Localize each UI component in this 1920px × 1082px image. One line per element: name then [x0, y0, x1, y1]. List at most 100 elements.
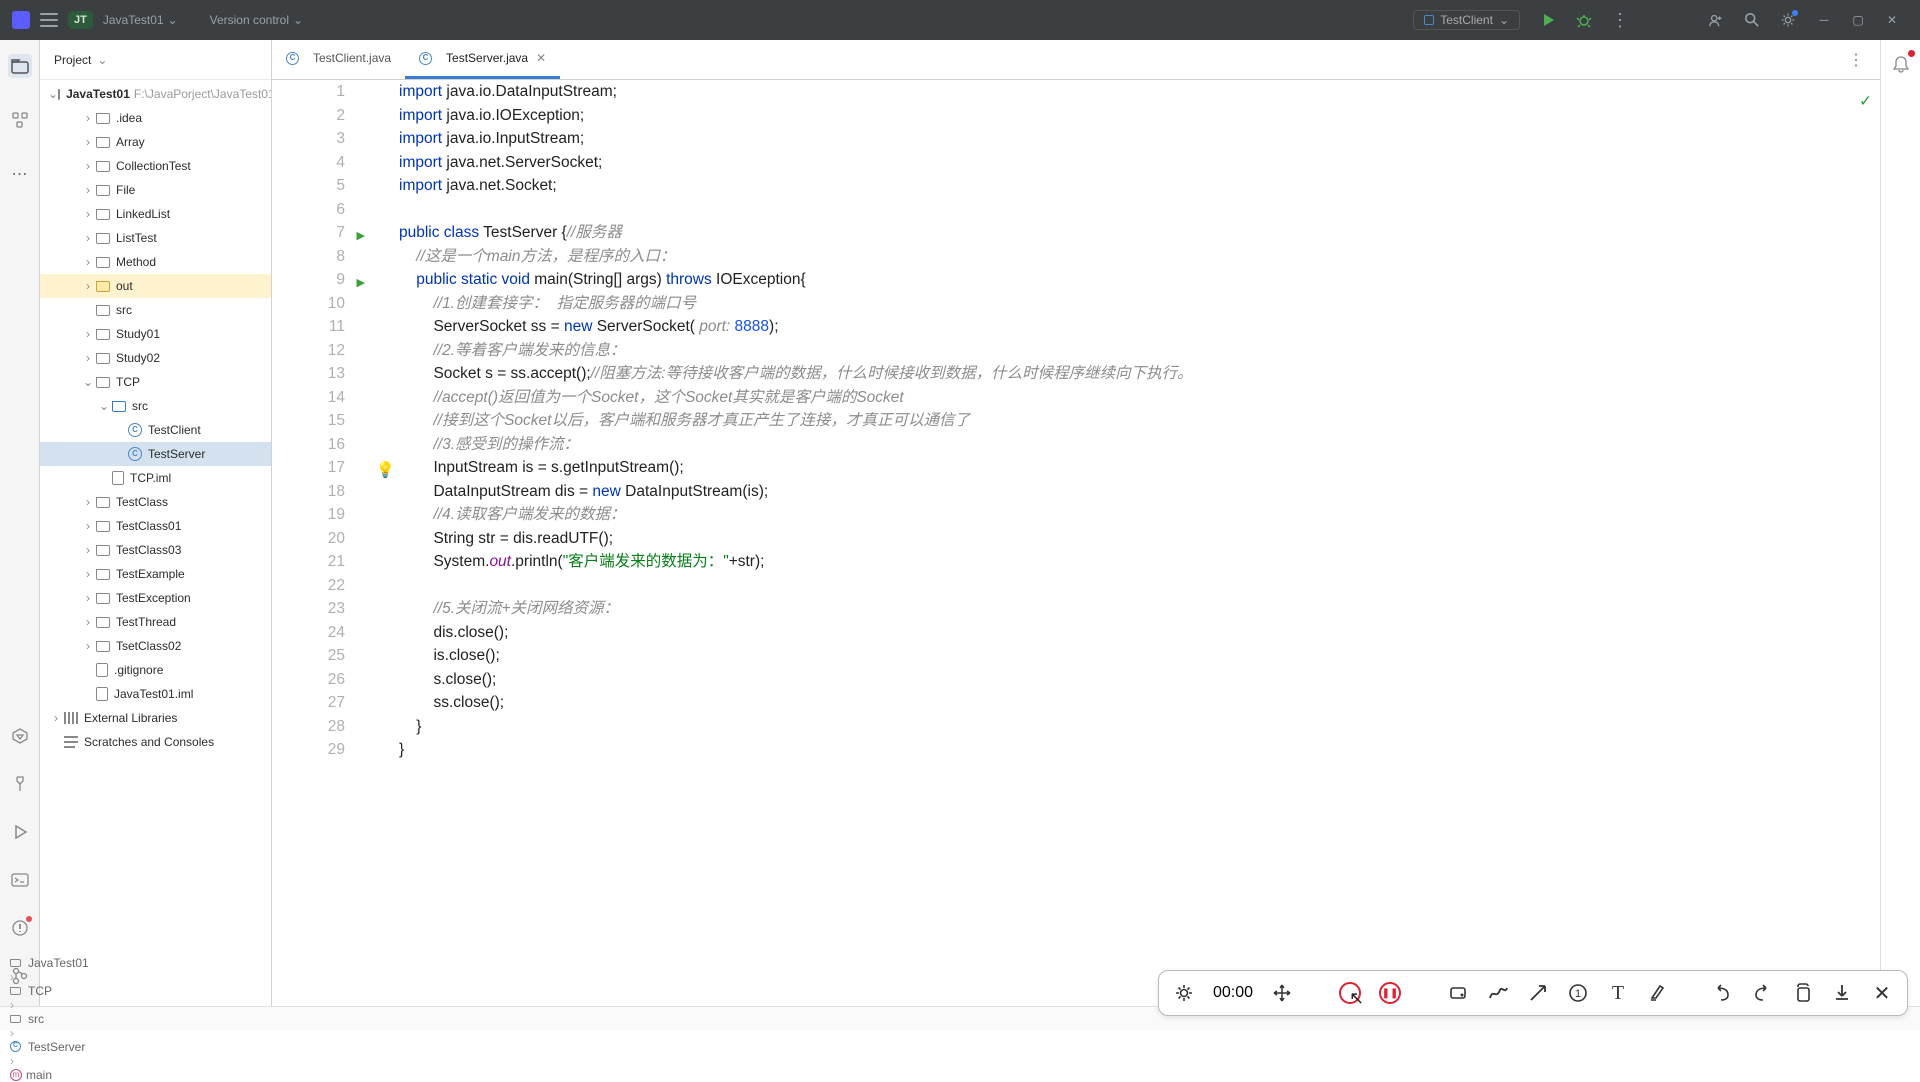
- minimize-icon[interactable]: ─: [1816, 12, 1832, 28]
- more-tool-icon[interactable]: ⋯: [8, 162, 32, 186]
- close-icon[interactable]: ✕: [1884, 12, 1900, 28]
- run-icon[interactable]: [1540, 12, 1556, 28]
- code-line[interactable]: 28 }: [272, 715, 1880, 739]
- code-line[interactable]: 1import java.io.DataInputStream;: [272, 80, 1880, 104]
- problems-tool-icon[interactable]: [8, 916, 32, 940]
- code-line[interactable]: 24 dis.close();: [272, 621, 1880, 645]
- tree-row[interactable]: ›out: [40, 274, 271, 298]
- code-line[interactable]: 7▶public class TestServer {//服务器: [272, 221, 1880, 245]
- version-control-drop[interactable]: Version control ⌄: [210, 13, 303, 27]
- project-tool-icon[interactable]: [8, 54, 32, 78]
- settings-icon[interactable]: [1780, 12, 1796, 28]
- expand-icon[interactable]: ›: [48, 711, 64, 725]
- tree-row[interactable]: TCP.iml: [40, 466, 271, 490]
- expand-icon[interactable]: ›: [80, 639, 96, 653]
- code-line[interactable]: 6: [272, 198, 1880, 222]
- record-button[interactable]: ↖: [1339, 982, 1361, 1004]
- crumb[interactable]: JavaTest01: [10, 956, 89, 970]
- download-icon[interactable]: [1831, 982, 1853, 1004]
- expand-icon[interactable]: ›: [80, 495, 96, 509]
- tree-row[interactable]: ›Study02: [40, 346, 271, 370]
- code-line[interactable]: 9▶ public static void main(String[] args…: [272, 268, 1880, 292]
- copy-icon[interactable]: [1791, 982, 1813, 1004]
- run-config-drop[interactable]: TestClient ⌄: [1413, 10, 1520, 30]
- redo-icon[interactable]: [1751, 982, 1773, 1004]
- tree-root[interactable]: ⌄ JavaTest01 F:\JavaPorject\JavaTest01: [40, 82, 271, 106]
- pause-button[interactable]: ❚❚: [1379, 982, 1401, 1004]
- tree-row[interactable]: ⌄src: [40, 394, 271, 418]
- expand-icon[interactable]: ⌄: [96, 399, 112, 413]
- code-line[interactable]: 3import java.io.InputStream;: [272, 127, 1880, 151]
- code-line[interactable]: 18 DataInputStream dis = new DataInputSt…: [272, 480, 1880, 504]
- number-tool-icon[interactable]: 1: [1567, 982, 1589, 1004]
- code-line[interactable]: 25 is.close();: [272, 644, 1880, 668]
- expand-icon[interactable]: ›: [80, 135, 96, 149]
- code-line[interactable]: 16 //3.感受到的操作流：: [272, 433, 1880, 457]
- run-tool-icon[interactable]: [8, 820, 32, 844]
- tree-row[interactable]: CTestClient: [40, 418, 271, 442]
- tree-row[interactable]: src: [40, 298, 271, 322]
- tree-row[interactable]: ›ListTest: [40, 226, 271, 250]
- tree-row[interactable]: ›.idea: [40, 106, 271, 130]
- close-recorder-icon[interactable]: ✕: [1871, 982, 1893, 1004]
- tree-row[interactable]: ›File: [40, 178, 271, 202]
- code-line[interactable]: 11 ServerSocket ss = new ServerSocket( p…: [272, 315, 1880, 339]
- expand-icon[interactable]: ›: [80, 615, 96, 629]
- expand-icon[interactable]: ›: [80, 255, 96, 269]
- code-line[interactable]: 21 System.out.println("客户端发来的数据为："+str);: [272, 550, 1880, 574]
- code-line[interactable]: 14 //accept()返回值为一个Socket，这个Socket其实就是客户…: [272, 386, 1880, 410]
- arrow-tool-icon[interactable]: [1527, 982, 1549, 1004]
- draw-line-icon[interactable]: [1487, 982, 1509, 1004]
- editor-tab[interactable]: CTestClient.java: [272, 40, 405, 79]
- code-line[interactable]: 19 //4.读取客户端发来的数据：: [272, 503, 1880, 527]
- code-line[interactable]: 10 //1.创建套接字： 指定服务器的端口号: [272, 292, 1880, 316]
- code-line[interactable]: 5import java.net.Socket;: [272, 174, 1880, 198]
- expand-icon[interactable]: ›: [80, 159, 96, 173]
- code-line[interactable]: 2import java.io.IOException;: [272, 104, 1880, 128]
- tree-row[interactable]: ›CollectionTest: [40, 154, 271, 178]
- code-line[interactable]: 29}: [272, 738, 1880, 762]
- code-line[interactable]: 17💡 InputStream is = s.getInputStream();: [272, 456, 1880, 480]
- expand-icon[interactable]: ›: [80, 543, 96, 557]
- inspection-ok-icon[interactable]: ✓: [1859, 90, 1872, 114]
- more-icon[interactable]: ⋮: [1612, 12, 1628, 28]
- external-libraries[interactable]: › External Libraries: [40, 706, 271, 730]
- code-line[interactable]: 23 //5.关闭流+关闭网络资源：: [272, 597, 1880, 621]
- undo-icon[interactable]: [1711, 982, 1733, 1004]
- tree-row[interactable]: ›TestClass03: [40, 538, 271, 562]
- expand-icon[interactable]: ›: [80, 567, 96, 581]
- notifications-icon[interactable]: [1889, 52, 1913, 76]
- maximize-icon[interactable]: ▢: [1850, 12, 1866, 28]
- tree-row[interactable]: ›Array: [40, 130, 271, 154]
- intention-bulb-icon[interactable]: 💡: [376, 459, 395, 483]
- services-tool-icon[interactable]: [8, 724, 32, 748]
- project-name-drop[interactable]: JavaTest01 ⌄: [103, 13, 178, 27]
- project-chip[interactable]: JT: [68, 11, 93, 29]
- tree-row[interactable]: ›TestClass01: [40, 514, 271, 538]
- debug-icon[interactable]: [1576, 12, 1592, 28]
- shape-rect-icon[interactable]: [1447, 982, 1469, 1004]
- structure-tool-icon[interactable]: [8, 108, 32, 132]
- text-tool-icon[interactable]: T: [1607, 982, 1629, 1004]
- code-with-me-icon[interactable]: [1708, 12, 1724, 28]
- tree-row[interactable]: ›TestException: [40, 586, 271, 610]
- code-line[interactable]: 20 String str = dis.readUTF();: [272, 527, 1880, 551]
- tree-row[interactable]: .gitignore: [40, 658, 271, 682]
- close-tab-icon[interactable]: ✕: [536, 51, 546, 65]
- project-panel-header[interactable]: Project ⌄: [40, 40, 271, 80]
- move-icon[interactable]: [1271, 982, 1293, 1004]
- expand-icon[interactable]: ›: [80, 519, 96, 533]
- menu-icon[interactable]: [40, 13, 58, 27]
- expand-icon[interactable]: ›: [80, 279, 96, 293]
- search-icon[interactable]: [1744, 12, 1760, 28]
- tree-row[interactable]: ›TestThread: [40, 610, 271, 634]
- code-line[interactable]: 12 //2.等着客户端发来的信息：: [272, 339, 1880, 363]
- editor-tab[interactable]: CTestServer.java✕: [405, 40, 560, 79]
- crumb[interactable]: TCP: [10, 984, 89, 998]
- expand-icon[interactable]: ›: [80, 183, 96, 197]
- crumb[interactable]: src: [10, 1012, 89, 1026]
- build-tool-icon[interactable]: [8, 772, 32, 796]
- tree-row[interactable]: JavaTest01.iml: [40, 682, 271, 706]
- scratches[interactable]: Scratches and Consoles: [40, 730, 271, 754]
- tree-row[interactable]: ›TsetClass02: [40, 634, 271, 658]
